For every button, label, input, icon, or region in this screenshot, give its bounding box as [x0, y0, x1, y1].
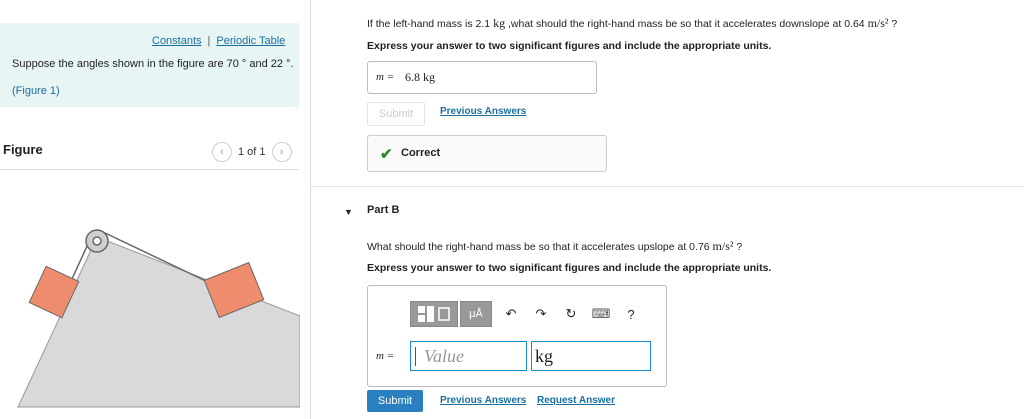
- correct-label: Correct: [401, 147, 441, 159]
- next-figure-button[interactable]: ›: [271, 142, 292, 162]
- part-b-submit-button[interactable]: Submit: [367, 390, 423, 412]
- part-b-instruction: Express your answer to two significant f…: [367, 262, 772, 274]
- chevron-right-icon: ›: [279, 146, 284, 158]
- part-a-instruction: Express your answer to two significant f…: [367, 40, 772, 52]
- chevron-left-icon: ‹: [220, 146, 224, 158]
- double-incline: [17, 236, 300, 408]
- incline-figure: [17, 229, 300, 408]
- figure-divider: [0, 169, 299, 170]
- templates-icon: [418, 306, 450, 322]
- templates-button[interactable]: [410, 301, 458, 327]
- part-a-answer-value: 6.8 kg: [405, 70, 435, 84]
- collapse-arrow-icon[interactable]: ▼: [344, 207, 353, 217]
- question-panel: If the left-hand mass is 2.1 kg ,what sh…: [311, 0, 1024, 419]
- reset-button[interactable]: ↻: [556, 302, 586, 326]
- pager-count: 1 of 1: [238, 146, 266, 158]
- value-input[interactable]: Value: [410, 341, 527, 371]
- part-a-question-end: ?: [891, 18, 898, 30]
- units-button[interactable]: μÅ: [460, 301, 492, 327]
- math-toolbar: μÅ ↶ ↷ ↻ ⌨ ?: [410, 301, 646, 327]
- checkmark-icon: ✔: [380, 146, 393, 163]
- help-button[interactable]: ?: [616, 302, 646, 326]
- value-placeholder: Value: [424, 346, 464, 366]
- part-a-question-mid: ,what should the right-hand mass be so t…: [508, 18, 865, 30]
- left-panel: Constants | Periodic Table Suppose the ang…: [0, 0, 310, 419]
- part-b-question-end: ?: [736, 241, 743, 253]
- problem-statement: Suppose the angles shown in the figure a…: [12, 58, 294, 70]
- help-icon: ?: [627, 306, 635, 322]
- resource-links: Constants | Periodic Table: [152, 35, 285, 47]
- part-a-answer-box: m = 6.8 kg: [367, 61, 597, 94]
- part-a-previous-answers-link[interactable]: Previous Answers: [440, 106, 526, 117]
- part-b-answer-var: m =: [376, 350, 395, 362]
- part-a-answer-var: m =: [376, 71, 395, 83]
- figure-link[interactable]: (Figure 1): [12, 85, 60, 97]
- part-a-submit-button[interactable]: Submit: [367, 102, 425, 126]
- figure-heading: Figure: [3, 142, 43, 157]
- redo-icon: ↷: [535, 306, 547, 321]
- unit-input[interactable]: kg: [531, 341, 651, 371]
- part-a-question-text: If the left-hand mass is 2.1: [367, 18, 491, 30]
- figure-pager: ‹ 1 of 1 ›: [212, 142, 292, 162]
- units-icon: μÅ: [469, 308, 483, 320]
- part-separator: [311, 186, 1024, 187]
- link-separator: |: [207, 35, 211, 47]
- reset-icon: ↻: [565, 306, 577, 321]
- part-a-accel-unit: m/s²: [867, 16, 889, 30]
- periodic-table-link[interactable]: Periodic Table: [216, 35, 285, 47]
- undo-button[interactable]: ↶: [496, 302, 526, 326]
- part-b-question: What should the right-hand mass be so th…: [367, 239, 742, 254]
- redo-button[interactable]: ↷: [526, 302, 556, 326]
- part-b-previous-answers-link[interactable]: Previous Answers: [440, 395, 526, 406]
- pulley-axle: [92, 236, 102, 246]
- part-b-accel-unit: m/s²: [712, 239, 734, 253]
- prev-figure-button[interactable]: ‹: [212, 142, 232, 162]
- correct-feedback: ✔ Correct: [367, 135, 607, 172]
- part-b-question-text: What should the right-hand mass be so th…: [367, 241, 710, 253]
- part-a-mass-unit: kg: [493, 16, 506, 30]
- part-a-question: If the left-hand mass is 2.1 kg ,what sh…: [367, 16, 897, 31]
- text-caret: [415, 347, 416, 366]
- part-b-title[interactable]: Part B: [367, 204, 399, 216]
- keyboard-button[interactable]: ⌨: [586, 302, 616, 326]
- keyboard-icon: ⌨: [591, 306, 611, 321]
- part-b-answer-editor: μÅ ↶ ↷ ↻ ⌨ ? m = Value kg: [367, 285, 667, 387]
- request-answer-link[interactable]: Request Answer: [537, 395, 615, 406]
- undo-icon: ↶: [505, 306, 517, 321]
- unit-value: kg: [535, 346, 553, 366]
- constants-link[interactable]: Constants: [152, 35, 202, 47]
